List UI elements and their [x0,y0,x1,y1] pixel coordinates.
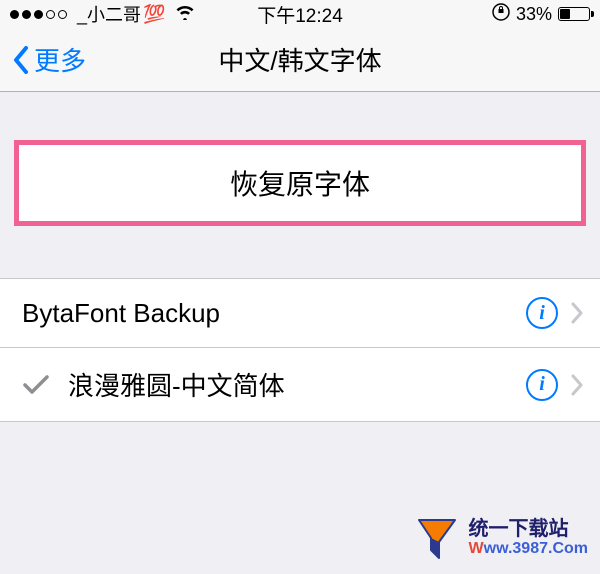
watermark-title: 统一下载站 [469,518,588,540]
chevron-right-icon [570,374,584,396]
font-name-label: 浪漫雅圆-中文简体 [68,366,526,403]
status-time: 下午12:24 [257,1,343,28]
status-right: 33% [492,3,590,26]
selected-indicator [22,374,68,396]
carrier-emoji: 💯 [143,4,165,25]
chevron-right-icon [570,302,584,324]
signal-strength [10,10,67,19]
checkmark-icon [22,374,50,396]
watermark-logo-icon [413,514,461,562]
status-bar: _小二哥 💯 下午12:24 33% [0,0,600,28]
battery-percent: 33% [516,4,552,25]
nav-bar: 更多 中文/韩文字体 [0,28,600,92]
battery-icon [558,7,590,21]
info-button[interactable]: i [526,369,558,401]
info-button[interactable]: i [526,297,558,329]
status-left: _小二哥 💯 [10,1,195,27]
font-name-label: BytaFont Backup [22,298,526,329]
font-row-bytafont-backup[interactable]: BytaFont Backup i [0,279,600,348]
back-label: 更多 [34,41,86,78]
carrier-name: _小二哥 [77,1,141,27]
font-row-langman[interactable]: 浪漫雅圆-中文简体 i [0,348,600,421]
back-button[interactable]: 更多 [12,41,86,78]
watermark-url: Www.3987.Com [469,540,588,558]
restore-font-button[interactable]: 恢复原字体 [14,140,586,226]
page-title: 中文/韩文字体 [218,41,381,78]
watermark: 统一下载站 Www.3987.Com [413,514,588,562]
font-list: BytaFont Backup i 浪漫雅圆-中文简体 i [0,278,600,422]
content: 恢复原字体 BytaFont Backup i 浪漫雅圆-中文简体 i [0,92,600,422]
orientation-lock-icon [492,3,510,26]
chevron-left-icon [12,46,30,74]
wifi-icon [175,4,195,25]
